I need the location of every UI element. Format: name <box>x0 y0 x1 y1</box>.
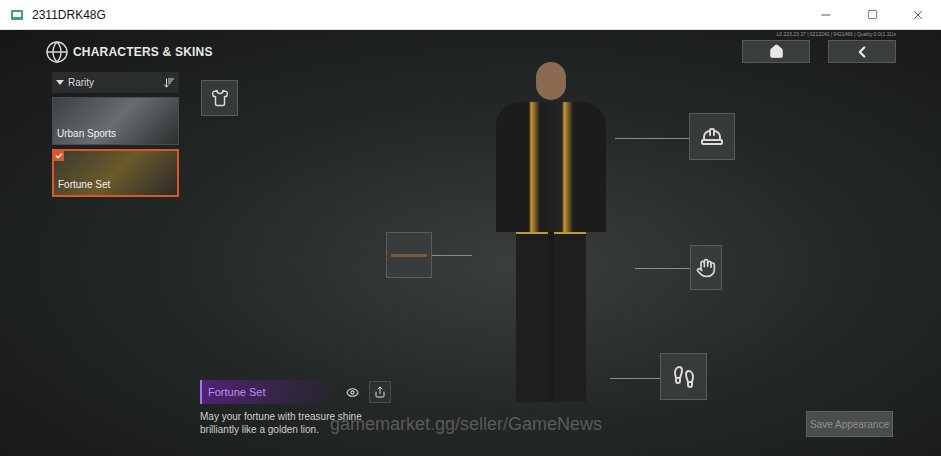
rarity-filter[interactable]: Rarity <box>52 72 179 93</box>
home-button[interactable] <box>742 40 810 63</box>
outfit-button[interactable] <box>201 80 238 116</box>
page-header: CHARACTERS & SKINS <box>45 40 213 64</box>
globe-icon <box>45 40 69 64</box>
back-icon <box>853 43 871 61</box>
page-title: CHARACTERS & SKINS <box>73 43 213 61</box>
hat-connector <box>615 138 689 139</box>
skin-name: Fortune Set <box>58 179 110 191</box>
share-icon <box>374 386 386 398</box>
maximize-button[interactable] <box>849 0 895 29</box>
back-button[interactable] <box>828 40 896 63</box>
skin-item[interactable]: Urban Sports <box>52 97 179 145</box>
dropdown-triangle-icon <box>56 80 64 85</box>
shoes-slot[interactable] <box>660 353 707 400</box>
outfit-icon <box>211 89 229 107</box>
skin-name-bar: Fortune Set <box>200 380 336 404</box>
preview-eye-icon[interactable] <box>346 386 359 399</box>
headwear-slot[interactable] <box>689 113 735 160</box>
app-icon <box>10 8 24 22</box>
maximize-icon <box>867 9 878 20</box>
close-icon <box>911 8 925 22</box>
helmet-mask-icon <box>700 125 724 149</box>
shoes-connector <box>610 378 660 379</box>
gloves-slot[interactable] <box>690 245 722 290</box>
weapon-connector <box>432 255 472 256</box>
skin-item[interactable]: Fortune Set <box>52 149 179 197</box>
share-button[interactable] <box>369 381 391 403</box>
selected-check-icon <box>54 151 64 161</box>
watermark: gamemarket.gg/seller/GameNews <box>330 411 602 438</box>
minimize-icon <box>819 8 833 22</box>
debug-info: L0.223.23:37 | 0212240 | 9421466 | Quali… <box>777 31 896 38</box>
window-title: 2311DRK48G <box>32 6 106 24</box>
save-appearance-button: Save Appearance <box>806 411 893 437</box>
glove-icon <box>696 258 716 278</box>
boots-icon <box>672 365 696 389</box>
skin-list-panel: Rarity Urban Sports Fortune Set <box>52 72 179 197</box>
weapon-slot[interactable] <box>386 232 432 278</box>
skin-name: Urban Sports <box>57 128 116 140</box>
weapon-icon <box>391 254 427 257</box>
game-scene: CHARACTERS & SKINS L0.223.23:37 | 0212240… <box>0 30 941 456</box>
sort-icon[interactable] <box>163 77 175 89</box>
minimize-button[interactable] <box>803 0 849 29</box>
character-figure <box>478 62 623 412</box>
app-window: 2311DRK48G CHARACTERS & SKINS L0.223.23:37… <box>0 0 941 456</box>
close-button[interactable] <box>895 0 941 29</box>
home-icon <box>769 44 784 59</box>
gloves-connector <box>635 268 690 269</box>
title-bar: 2311DRK48G <box>0 0 941 30</box>
